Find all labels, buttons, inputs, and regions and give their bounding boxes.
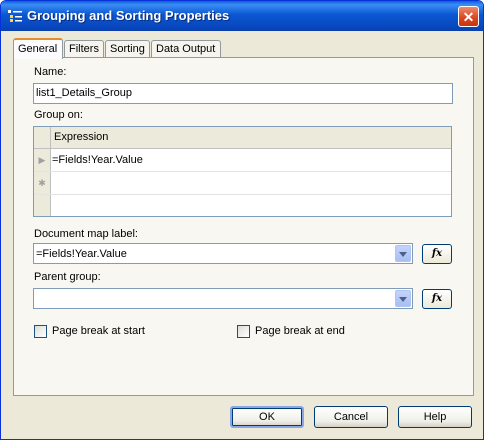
row-header <box>34 195 51 216</box>
document-map-expression-button[interactable]: fx <box>422 244 452 264</box>
tab-data-output[interactable]: Data Output <box>151 40 221 57</box>
page-break-end-label[interactable]: Page break at end <box>255 325 345 337</box>
group-on-label: Group on: <box>34 109 83 121</box>
grouping-icon <box>8 10 22 22</box>
document-map-combo[interactable]: =Fields!Year.Value <box>33 243 413 264</box>
help-button[interactable]: Help <box>398 406 472 428</box>
tab-data-output-label: Data Output <box>156 43 216 55</box>
document-map-value: =Fields!Year.Value <box>36 248 127 260</box>
expression-column-header: Expression <box>54 131 109 143</box>
name-label: Name: <box>34 66 67 78</box>
tab-sorting-label: Sorting <box>110 43 145 55</box>
document-map-label: Document map label: <box>34 228 138 240</box>
dialog-window: Grouping and Sorting Properties ✕ Genera… <box>0 0 484 440</box>
page-break-start-label[interactable]: Page break at start <box>52 325 145 337</box>
parent-group-label: Parent group: <box>34 271 101 283</box>
grid-header: Expression <box>34 127 451 149</box>
tab-general[interactable]: General <box>13 38 63 59</box>
tab-filters[interactable]: Filters <box>64 40 104 57</box>
close-icon: ✕ <box>462 9 475 25</box>
window-title: Grouping and Sorting Properties <box>27 8 230 23</box>
grid-row <box>34 195 451 216</box>
title-bar[interactable]: Grouping and Sorting Properties ✕ <box>1 1 483 31</box>
current-row-marker-icon: ▶ <box>34 149 51 171</box>
group-on-grid[interactable]: Expression ▶ =Fields!Year.Value ✱ <box>33 126 452 217</box>
parent-group-combo[interactable] <box>33 288 413 309</box>
grid-corner <box>34 127 51 148</box>
grid-row[interactable]: ▶ =Fields!Year.Value <box>34 149 451 172</box>
close-button[interactable]: ✕ <box>458 6 479 27</box>
tab-filters-label: Filters <box>69 43 99 55</box>
page-break-end-checkbox[interactable] <box>237 325 250 338</box>
new-row-marker-icon: ✱ <box>34 172 51 194</box>
tab-general-label: General <box>18 43 58 55</box>
cancel-button[interactable]: Cancel <box>314 406 388 428</box>
grid-row[interactable]: ✱ <box>34 172 451 195</box>
dropdown-arrow-icon[interactable] <box>395 290 411 307</box>
expression-cell[interactable]: =Fields!Year.Value <box>52 154 143 166</box>
tab-sorting[interactable]: Sorting <box>105 40 150 57</box>
page-break-start-checkbox[interactable] <box>34 325 47 338</box>
name-input[interactable]: list1_Details_Group <box>33 83 453 104</box>
dropdown-arrow-icon[interactable] <box>395 245 411 262</box>
ok-button[interactable]: OK <box>230 406 304 428</box>
parent-group-expression-button[interactable]: fx <box>422 289 452 309</box>
general-tab-panel <box>13 57 474 396</box>
